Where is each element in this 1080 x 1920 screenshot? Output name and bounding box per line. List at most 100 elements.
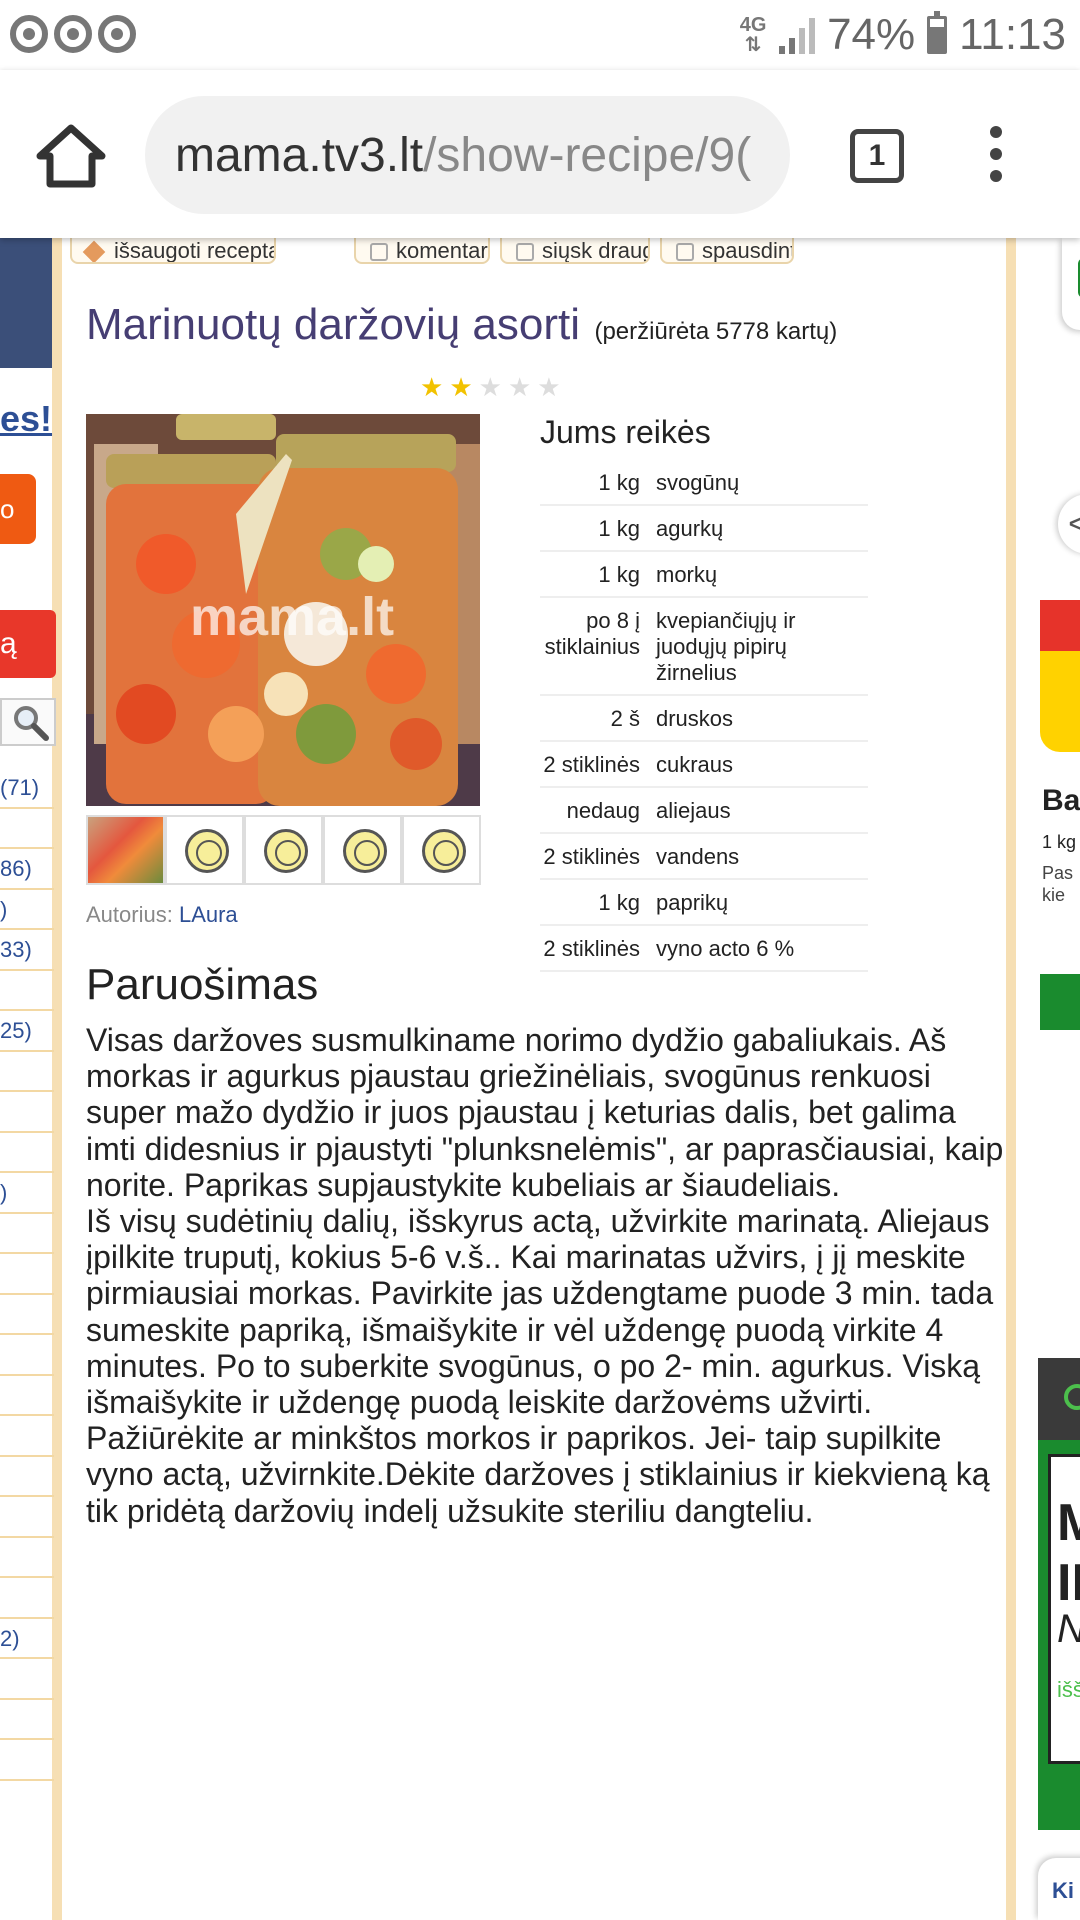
photo-thumbnails: [86, 815, 481, 885]
thumbnail-photo[interactable]: [86, 815, 165, 885]
sidebar-category-item[interactable]: [0, 1457, 54, 1497]
photo-watermark: mama.lt: [190, 587, 395, 647]
sidebar-category-item[interactable]: (71): [0, 768, 54, 809]
print-button[interactable]: spausdinti: [660, 238, 794, 264]
sidebar-category-item[interactable]: [0, 1335, 54, 1376]
recipe-title: Marinuotų daržovių asorti: [86, 300, 581, 349]
network-type-icon: 4G ⇅: [739, 14, 767, 56]
ingredient-quantity: 1 kg: [540, 505, 656, 552]
sidebar-category-item[interactable]: [0, 1740, 54, 1781]
url-domain: mama.tv3.lt: [175, 129, 424, 182]
home-icon: [36, 124, 106, 188]
ingredient-name: paprikų: [656, 879, 868, 926]
collapse-arrow-button[interactable]: <: [1058, 494, 1080, 554]
sidebar-category-item[interactable]: 2): [0, 1619, 54, 1659]
overflow-menu-button[interactable]: [984, 126, 1008, 186]
battery-icon: [927, 11, 948, 54]
advertisement[interactable]: M II N išš: [1038, 1358, 1080, 1830]
ingredient-quantity: po 8 į stiklainius: [540, 597, 656, 696]
ingredient-name: vyno acto 6 %: [656, 925, 868, 972]
chrome-notification-icon: [98, 15, 136, 53]
chrome-notification-icon: [10, 15, 48, 53]
status-bar: 4G ⇅ 74% 11:13: [0, 0, 1080, 70]
site-logo[interactable]: [1062, 238, 1080, 330]
plate-icon: [343, 829, 387, 873]
sidebar-category-item[interactable]: [0, 1052, 54, 1092]
star-empty-icon[interactable]: ★: [479, 374, 502, 400]
heart-icon: [82, 240, 106, 262]
sidebar-orange-button[interactable]: o: [0, 474, 36, 544]
sidebar-category-item[interactable]: 25): [0, 1011, 54, 1052]
sidebar-category-item[interactable]: [0, 1295, 54, 1335]
preparation-title: Paruošimas: [86, 960, 319, 1009]
ad-text: išš: [1057, 1677, 1080, 1702]
thumbnail-placeholder[interactable]: [244, 815, 323, 885]
sidebar-red-button[interactable]: ą: [0, 610, 56, 678]
sidebar-category-item[interactable]: 86): [0, 849, 54, 890]
save-recipe-button[interactable]: išsaugoti receptą: [70, 238, 276, 264]
star-empty-icon[interactable]: ★: [508, 374, 531, 400]
recipe-photo[interactable]: mama.lt: [86, 414, 480, 806]
thumbnail-placeholder[interactable]: [323, 815, 402, 885]
ingredient-name: vandens: [656, 833, 868, 880]
ad-text: M: [1057, 1494, 1080, 1552]
sidebar-category-item[interactable]: [0, 1214, 54, 1254]
thumbnail-placeholder[interactable]: [165, 815, 244, 885]
mail-icon: [516, 243, 534, 262]
sidebar-category-item[interactable]: [0, 1538, 54, 1578]
ingredient-quantity: 2 stiklinės: [540, 833, 656, 880]
sidebar-category-item[interactable]: [0, 1416, 54, 1457]
sidebar-avatar[interactable]: [0, 238, 52, 368]
ingredient-row: nedaug aliejaus: [540, 787, 868, 834]
clock: 11:13: [959, 10, 1066, 59]
comments-button[interactable]: komentarai: [354, 238, 490, 264]
sidebar-category-item[interactable]: [0, 1254, 54, 1295]
star-empty-icon[interactable]: ★: [537, 374, 560, 400]
tab-switcher-button[interactable]: 1: [850, 129, 904, 183]
plate-icon: [422, 829, 466, 873]
url-bar[interactable]: mama.tv3.lt/show-recipe/9(: [145, 96, 790, 214]
ingredient-quantity: 1 kg: [540, 879, 656, 926]
ingredient-row: 1 kg svogūnų: [540, 460, 868, 506]
home-button[interactable]: [36, 122, 106, 188]
ingredients-table: 1 kg svogūnų 1 kg agurkų 1 kg morkų po 8 į sti…: [540, 460, 868, 972]
ingredient-row: po 8 į stiklainius kvepiančiųjų ir juodųj…: [540, 597, 868, 696]
ingredient-name: morkų: [656, 551, 868, 598]
star-filled-icon[interactable]: ★: [420, 374, 443, 400]
author-label: Autorius:: [86, 902, 173, 927]
sidebar-category-item[interactable]: [0, 971, 54, 1011]
preparation-text: Visas daržoves susmulkiname norimo dydži…: [86, 1022, 1004, 1529]
sidebar-category-item[interactable]: ): [0, 1173, 54, 1214]
sidebar-category-item[interactable]: [0, 809, 54, 849]
sidebar-search[interactable]: [0, 698, 56, 746]
view-count: (peržiūrėta 5778 kartų): [594, 318, 838, 345]
sidebar-bottom-tab[interactable]: Ki: [1038, 1858, 1080, 1920]
ingredients-title: Jums reikės: [540, 414, 711, 450]
star-filled-icon[interactable]: ★: [449, 374, 472, 400]
recipe-content: išsaugoti receptą komentarai siųsk draug…: [62, 238, 1006, 1920]
ad-logo-icon: [1064, 1384, 1080, 1410]
author-line: Autorius: LAura: [86, 902, 238, 928]
sidebar-category-item[interactable]: 33): [0, 930, 54, 971]
plate-icon: [264, 829, 308, 873]
author-link[interactable]: LAura: [179, 902, 238, 927]
sidebar-link[interactable]: es!: [0, 398, 52, 440]
ingredient-name: kvepiančiųjų ir juodųjų pipirų žirnelius: [656, 597, 868, 696]
thumbnail-placeholder[interactable]: [402, 815, 481, 885]
ingredient-quantity: 1 kg: [540, 460, 656, 506]
sidebar-category-item[interactable]: [0, 1578, 54, 1619]
sidebar-category-item[interactable]: [0, 1700, 54, 1740]
ingredient-quantity: 2 š: [540, 695, 656, 742]
sidebar-category-item[interactable]: [0, 1092, 54, 1133]
ingredient-name: agurkų: [656, 505, 868, 552]
rating-stars[interactable]: ★ ★ ★ ★ ★: [420, 374, 561, 400]
sidebar-category-item[interactable]: [0, 1133, 54, 1173]
sidebar-category-item[interactable]: ): [0, 890, 54, 930]
sidebar-category-item[interactable]: [0, 1376, 54, 1416]
sidebar-category-item[interactable]: [0, 1497, 54, 1538]
send-to-friend-button[interactable]: siųsk draugui: [500, 238, 650, 264]
sidebar-green-button[interactable]: [1040, 974, 1080, 1030]
ad-text: II: [1057, 1554, 1080, 1612]
sidebar-category-item[interactable]: [0, 1659, 54, 1700]
sidebar-subtext: 1 kg: [1042, 832, 1077, 852]
